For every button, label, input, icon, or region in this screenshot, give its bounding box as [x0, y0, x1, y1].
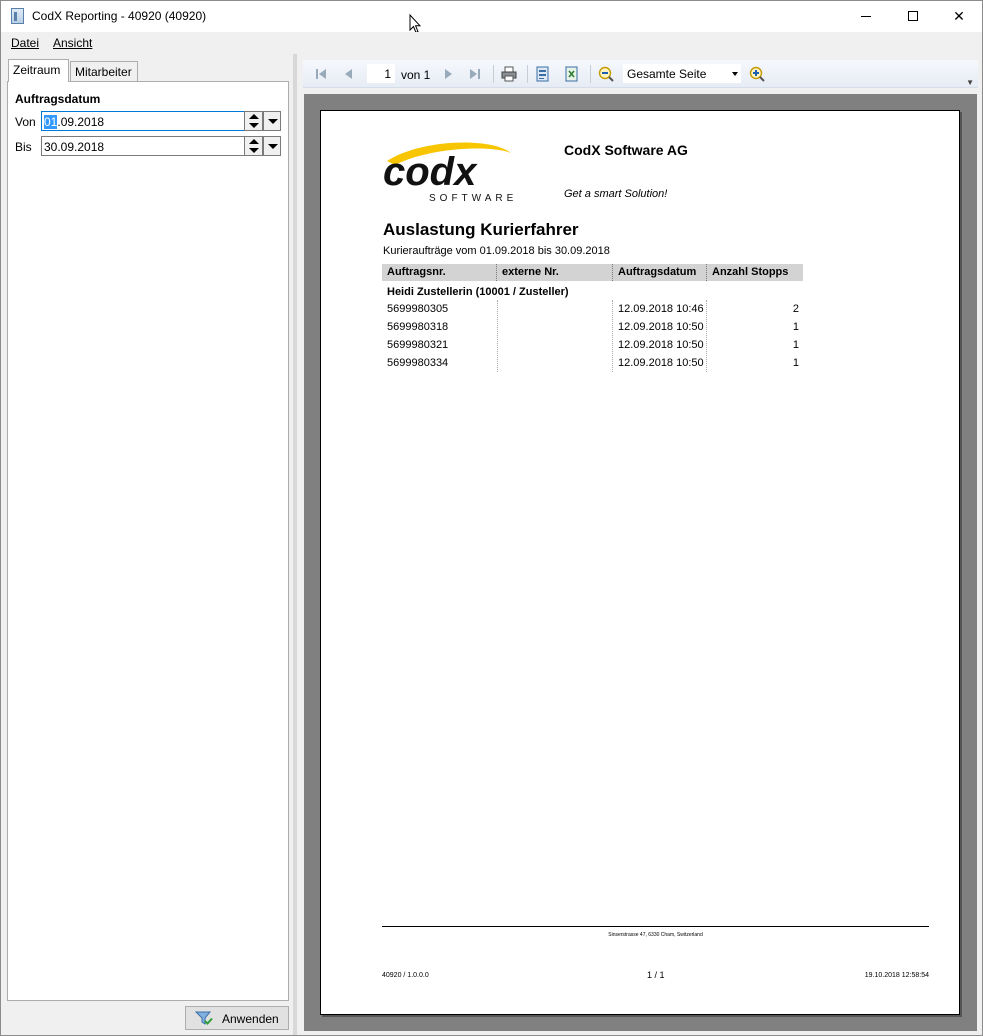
menu-file-label: Datei: [11, 36, 40, 50]
page-number-input[interactable]: 1: [367, 64, 395, 83]
table-row: 5699980305 12.09.2018 10:46 2: [382, 300, 803, 318]
table-header: Auftragsnr. externe Nr. Auftragsdatum An…: [382, 264, 803, 281]
footer-version: 40920 / 1.0.0.0: [382, 972, 429, 979]
page-count-label: von 1: [401, 68, 431, 82]
group-header-courier: Heidi Zustellerin (10001 / Zusteller): [387, 286, 569, 298]
cell-stops: 1: [792, 357, 799, 369]
next-page-icon[interactable]: [440, 66, 456, 82]
from-date-spinner[interactable]: [244, 111, 263, 131]
to-date-dropdown-button[interactable]: [263, 136, 281, 156]
group-label-order-date: Auftragsdatum: [15, 92, 101, 106]
app-icon: [11, 8, 24, 24]
tab-content-zeitraum: Auftragsdatum Von 01.09.2018 Bis 30.09.2…: [7, 81, 289, 1001]
spin-down-icon: [249, 148, 259, 153]
print-icon[interactable]: [501, 66, 517, 82]
apply-filter-icon: [195, 1011, 213, 1025]
to-date-input[interactable]: 30.09.2018: [41, 136, 248, 156]
footer-address: Sinserstrasse 47, 6330 Cham, Switzerland: [608, 932, 703, 938]
toolbar-overflow-icon[interactable]: ▼: [966, 78, 974, 87]
from-date-rest: .09.2018: [57, 115, 105, 129]
company-name: CodX Software AG: [564, 142, 688, 158]
cell-stops: 1: [792, 339, 799, 351]
app-window: CodX Reporting - 40920 (40920) ✕ Datei A…: [0, 0, 983, 1036]
cell-order-no: 5699980334: [387, 357, 449, 369]
svg-text:SOFTWARE: SOFTWARE: [429, 193, 517, 204]
cell-stops: 2: [792, 303, 799, 315]
from-date-selection: 01: [44, 115, 58, 129]
toolbar-separator: [590, 65, 591, 83]
filter-panel: Zeitraum Mitarbeiter Auftragsdatum Von 0…: [1, 54, 295, 1035]
column-separator: [496, 264, 497, 281]
minimize-icon: [861, 16, 871, 17]
viewer-toolbar: 1 von 1 Gesamte Seite ▼: [303, 60, 978, 88]
tab-zeitraum[interactable]: Zeitraum: [8, 59, 69, 82]
svg-text:codx: codx: [383, 150, 478, 194]
codx-logo: codx SOFTWARE: [383, 142, 517, 204]
apply-button-label: Anwenden: [222, 1012, 279, 1026]
report-title: Auslastung Kurierfahrer: [383, 220, 579, 239]
last-page-icon[interactable]: [467, 66, 483, 82]
cell-order-date: 12.09.2018 10:50: [618, 321, 704, 333]
table-row: 5699980318 12.09.2018 10:50 1: [382, 318, 803, 336]
tab-mitarbeiter[interactable]: Mitarbeiter: [70, 61, 138, 81]
report-preview-area[interactable]: codx SOFTWARE CodX Software AG Get a sma…: [304, 94, 977, 1031]
cell-order-date: 12.09.2018 10:46: [618, 303, 704, 315]
footer-print-date: 19.10.2018 12:58:54: [864, 972, 929, 979]
window-title: CodX Reporting - 40920 (40920): [32, 9, 207, 23]
minimize-button[interactable]: [843, 1, 889, 32]
menu-view[interactable]: Ansicht: [53, 36, 92, 50]
zoom-out-icon[interactable]: [598, 66, 614, 82]
from-label: Von: [15, 115, 36, 129]
zoom-in-icon[interactable]: [749, 66, 765, 82]
column-header-external-no: externe Nr.: [502, 266, 559, 278]
toolbar-separator: [493, 65, 494, 83]
spin-down-icon: [249, 123, 259, 128]
menu-file[interactable]: Datei: [11, 36, 39, 50]
table-row: 5699980321 12.09.2018 10:50 1: [382, 336, 803, 354]
zoom-mode-select[interactable]: Gesamte Seite: [623, 64, 741, 83]
report-subtitle: Kurieraufträge vom 01.09.2018 bis 30.09.…: [383, 245, 610, 257]
menu-view-label: Ansicht: [53, 36, 93, 50]
spin-up-icon: [249, 139, 259, 144]
from-date-input[interactable]: 01.09.2018: [41, 111, 248, 131]
company-tagline: Get a smart Solution!: [564, 188, 668, 200]
cell-order-date: 12.09.2018 10:50: [618, 339, 704, 351]
title-bar[interactable]: CodX Reporting - 40920 (40920) ✕: [1, 1, 982, 34]
apply-button[interactable]: Anwenden: [185, 1006, 289, 1030]
column-header-order-no: Auftragsnr.: [387, 266, 446, 278]
first-page-icon[interactable]: [313, 66, 329, 82]
column-separator: [706, 264, 707, 281]
cell-order-no: 5699980318: [387, 321, 449, 333]
column-header-stops: Anzahl Stopps: [712, 266, 789, 278]
close-button[interactable]: ✕: [936, 1, 982, 32]
export-excel-icon[interactable]: [564, 66, 580, 82]
cell-order-no: 5699980305: [387, 303, 449, 315]
export-icon[interactable]: [535, 66, 551, 82]
column-header-order-date: Auftragsdatum: [618, 266, 697, 278]
maximize-button[interactable]: [890, 1, 936, 32]
cell-stops: 1: [792, 321, 799, 333]
maximize-icon: [908, 11, 918, 21]
toolbar-separator: [527, 65, 528, 83]
spin-up-icon: [249, 114, 259, 119]
cell-order-date: 12.09.2018 10:50: [618, 357, 704, 369]
footer-divider: [382, 926, 929, 927]
to-label: Bis: [15, 140, 32, 154]
column-separator: [612, 264, 613, 281]
cell-order-no: 5699980321: [387, 339, 449, 351]
menu-bar: Datei Ansicht: [1, 32, 982, 54]
mouse-cursor-icon: [409, 14, 421, 34]
to-date-spinner[interactable]: [244, 136, 263, 156]
prev-page-icon[interactable]: [341, 66, 357, 82]
report-viewer: 1 von 1 Gesamte Seite ▼ codx SOFTWARE Co…: [297, 54, 982, 1035]
report-page: codx SOFTWARE CodX Software AG Get a sma…: [320, 110, 960, 1015]
from-date-dropdown-button[interactable]: [263, 111, 281, 131]
footer-page-number: 1 / 1: [647, 970, 665, 980]
table-row: 5699980334 12.09.2018 10:50 1: [382, 354, 803, 372]
